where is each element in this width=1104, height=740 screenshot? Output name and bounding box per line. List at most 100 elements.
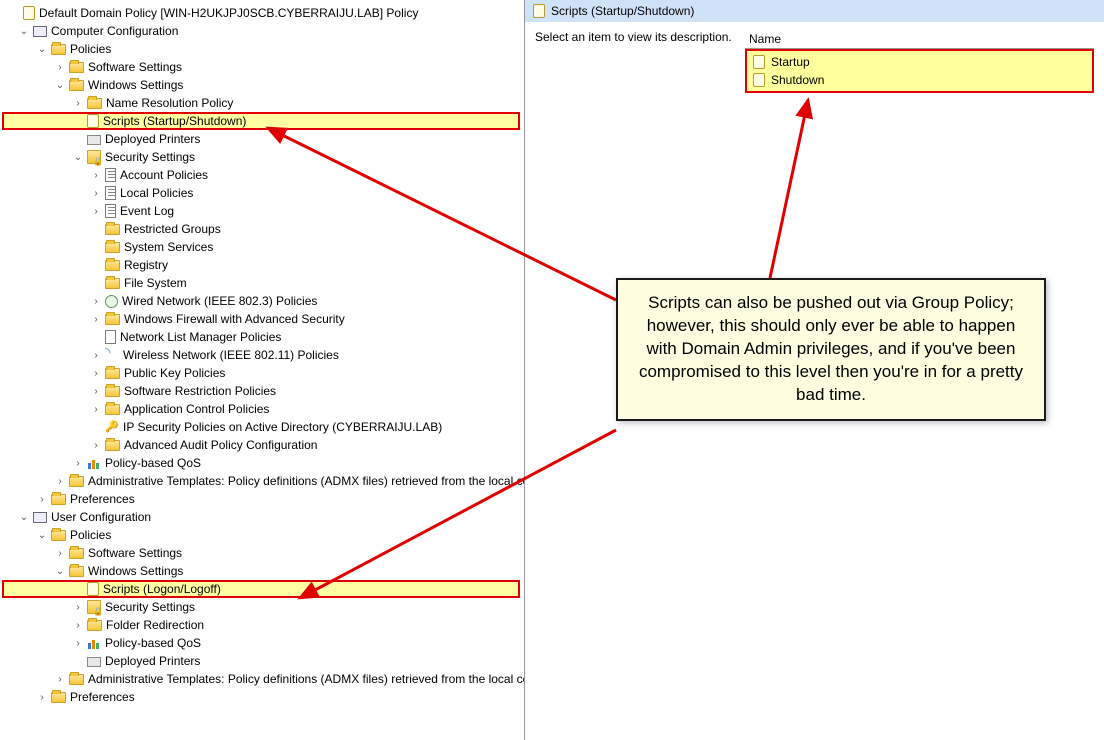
tree-policy-based-qos[interactable]: › Policy-based QoS <box>4 454 520 472</box>
tree-security-settings[interactable]: ⌄ Security Settings <box>4 148 520 166</box>
expander-icon[interactable]: › <box>54 673 66 685</box>
expander-icon[interactable]: › <box>72 457 84 469</box>
folder-icon <box>51 692 66 703</box>
folder-icon <box>105 278 120 289</box>
script-icon <box>753 73 765 87</box>
details-header: Scripts (Startup/Shutdown) <box>525 0 1104 22</box>
tree-wireless-network[interactable]: › Wireless Network (IEEE 802.11) Policie… <box>4 346 520 364</box>
tree-restricted-groups[interactable]: ▶ Restricted Groups <box>4 220 520 238</box>
tree-account-policies[interactable]: › Account Policies <box>4 166 520 184</box>
tree-computer-config[interactable]: ⌄ Computer Configuration <box>4 22 520 40</box>
description-text: Select an item to view its description. <box>535 30 732 44</box>
tree-file-system[interactable]: ▶ File System <box>4 274 520 292</box>
tree-cc-preferences[interactable]: › Preferences <box>4 490 520 508</box>
tree-public-key-policies[interactable]: › Public Key Policies <box>4 364 520 382</box>
tree-folder-redirection[interactable]: › Folder Redirection <box>4 616 520 634</box>
expander-icon[interactable]: › <box>90 169 102 181</box>
expander-icon[interactable]: › <box>54 547 66 559</box>
expander-icon[interactable]: › <box>90 439 102 451</box>
tree-scripts-logon-logoff[interactable]: ▶ Scripts (Logon/Logoff) <box>2 580 520 598</box>
tree-application-control[interactable]: › Application Control Policies <box>4 400 520 418</box>
expander-icon[interactable]: › <box>72 601 84 613</box>
tree-uc-deployed-printers[interactable]: ▶ Deployed Printers <box>4 652 520 670</box>
folder-icon <box>69 674 84 685</box>
expander-icon[interactable]: › <box>90 187 102 199</box>
folder-icon <box>105 314 120 325</box>
script-icon <box>87 582 99 596</box>
script-icon <box>87 114 99 128</box>
name-column-header[interactable]: Name <box>745 30 1094 49</box>
tree-uc-preferences[interactable]: › Preferences <box>4 688 520 706</box>
folder-icon <box>51 44 66 55</box>
expander-icon[interactable]: › <box>90 295 102 307</box>
expander-icon[interactable]: › <box>90 349 102 361</box>
folder-icon <box>87 98 102 109</box>
tree-uc-policies[interactable]: ⌄ Policies <box>4 526 520 544</box>
expander-icon[interactable]: › <box>72 637 84 649</box>
expander-icon[interactable]: › <box>72 619 84 631</box>
expander-icon[interactable]: › <box>36 691 48 703</box>
wifi-icon <box>105 348 119 362</box>
folder-icon <box>105 404 120 415</box>
folder-icon <box>51 494 66 505</box>
expander-icon[interactable]: ⌄ <box>36 529 48 541</box>
tree-windows-firewall[interactable]: › Windows Firewall with Advanced Securit… <box>4 310 520 328</box>
tree-ip-security[interactable]: ▶ IP Security Policies on Active Directo… <box>4 418 520 436</box>
list-item-label: Shutdown <box>771 73 824 87</box>
tree-name-resolution[interactable]: › Name Resolution Policy <box>4 94 520 112</box>
tree-uc-security-settings[interactable]: › Security Settings <box>4 598 520 616</box>
expander-icon[interactable]: ⌄ <box>54 565 66 577</box>
expander-icon[interactable]: › <box>90 313 102 325</box>
tree-uc-qos[interactable]: › Policy-based QoS <box>4 634 520 652</box>
tree-network-list-manager[interactable]: ▶ Network List Manager Policies <box>4 328 520 346</box>
folder-icon <box>69 62 84 73</box>
tree-event-log[interactable]: › Event Log <box>4 202 520 220</box>
policy-list-icon <box>105 186 116 200</box>
tree-cc-policies[interactable]: ⌄ Policies <box>4 40 520 58</box>
printer-icon <box>87 657 101 667</box>
expander-icon[interactable]: › <box>90 385 102 397</box>
expander-icon[interactable]: › <box>54 475 66 487</box>
tree-registry[interactable]: ▶ Registry <box>4 256 520 274</box>
expander-icon[interactable]: › <box>90 367 102 379</box>
qos-icon <box>87 636 101 650</box>
expander-icon[interactable]: ⌄ <box>18 511 30 523</box>
tree-local-policies[interactable]: › Local Policies <box>4 184 520 202</box>
tree-deployed-printers[interactable]: ▶ Deployed Printers <box>4 130 520 148</box>
tree-software-restriction[interactable]: › Software Restriction Policies <box>4 382 520 400</box>
tree-root[interactable]: ▶ Default Domain Policy [WIN-H2UKJPJ0SCB… <box>4 4 520 22</box>
annotation-callout: Scripts can also be pushed out via Group… <box>616 278 1046 421</box>
tree-cc-software-settings[interactable]: › Software Settings <box>4 58 520 76</box>
expander-icon[interactable]: ⌄ <box>72 151 84 163</box>
script-list-highlight: Startup Shutdown <box>745 49 1094 93</box>
folder-icon <box>87 620 102 631</box>
expander-icon[interactable]: › <box>36 493 48 505</box>
folder-icon <box>69 476 84 487</box>
tree-uc-software-settings[interactable]: › Software Settings <box>4 544 520 562</box>
tree-uc-admin-templates[interactable]: › Administrative Templates: Policy defin… <box>4 670 520 688</box>
printer-icon <box>87 135 101 145</box>
tree-uc-windows-settings[interactable]: ⌄ Windows Settings <box>4 562 520 580</box>
folder-icon <box>69 548 84 559</box>
tree-cc-admin-templates[interactable]: › Administrative Templates: Policy defin… <box>4 472 520 490</box>
expander-icon[interactable]: ⌄ <box>54 79 66 91</box>
tree-advanced-audit[interactable]: › Advanced Audit Policy Configuration <box>4 436 520 454</box>
expander-icon[interactable]: ⌄ <box>36 43 48 55</box>
eventlog-icon <box>105 204 116 218</box>
list-item-shutdown[interactable]: Shutdown <box>747 71 1092 89</box>
expander-icon[interactable]: ⌄ <box>18 25 30 37</box>
expander-icon[interactable]: › <box>90 205 102 217</box>
policy-list-icon <box>105 168 116 182</box>
tree-wired-network[interactable]: › Wired Network (IEEE 802.3) Policies <box>4 292 520 310</box>
expander-icon[interactable]: › <box>90 403 102 415</box>
tree-user-config[interactable]: ⌄ User Configuration <box>4 508 520 526</box>
tree-cc-windows-settings[interactable]: ⌄ Windows Settings <box>4 76 520 94</box>
tree-scripts-startup-shutdown[interactable]: ▶ Scripts (Startup/Shutdown) <box>2 112 520 130</box>
list-item-startup[interactable]: Startup <box>747 53 1092 71</box>
tree-system-services[interactable]: ▶ System Services <box>4 238 520 256</box>
expander-icon[interactable]: › <box>54 61 66 73</box>
expander-icon[interactable]: › <box>72 97 84 109</box>
folder-icon <box>105 242 120 253</box>
ipsec-icon <box>105 420 119 434</box>
computer-icon <box>33 26 47 37</box>
